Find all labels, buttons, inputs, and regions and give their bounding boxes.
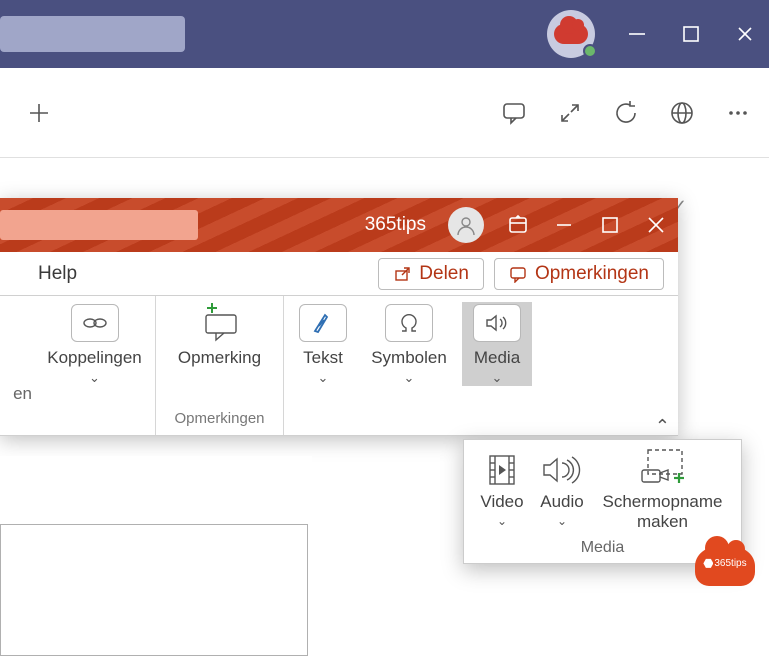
symbols-label: Symbolen bbox=[371, 348, 447, 368]
share-button[interactable]: Delen bbox=[378, 258, 484, 290]
new-comment-icon bbox=[196, 304, 244, 342]
comments-group-label: Opmerkingen bbox=[174, 410, 264, 431]
teams-toolbar bbox=[0, 68, 769, 158]
screen-recording-label: Schermopname maken bbox=[592, 492, 733, 533]
ribbon-group-partial: en bbox=[0, 296, 34, 435]
powerpoint-window: 365tips Help Delen bbox=[0, 198, 678, 436]
pp-close-button[interactable] bbox=[644, 213, 668, 237]
window-minimize-button[interactable] bbox=[625, 22, 649, 46]
window-close-button[interactable] bbox=[733, 22, 757, 46]
tab-help[interactable]: Help bbox=[38, 263, 77, 285]
link-icon bbox=[71, 304, 119, 342]
badge-text: 365tips bbox=[695, 558, 755, 569]
ribbon-group-media: Media ⌄ bbox=[456, 296, 538, 435]
media-screen-recording-button[interactable]: Schermopname maken bbox=[592, 448, 733, 533]
media-button[interactable]: Media ⌄ bbox=[462, 302, 532, 386]
video-label: Video bbox=[480, 492, 523, 512]
chevron-down-icon: ⌄ bbox=[404, 370, 415, 386]
ribbon-group-comments: Opmerking Opmerkingen bbox=[156, 296, 284, 435]
comments-button-label: Opmerkingen bbox=[535, 263, 649, 285]
new-tab-button[interactable] bbox=[24, 98, 54, 128]
ribbon-display-options-button[interactable] bbox=[506, 213, 530, 237]
audio-label: Audio bbox=[540, 492, 583, 512]
video-icon bbox=[482, 448, 522, 492]
teams-search-box[interactable] bbox=[0, 16, 185, 52]
media-video-button[interactable]: Video ⌄ bbox=[472, 448, 532, 533]
new-comment-label: Opmerking bbox=[178, 348, 261, 368]
new-comment-button[interactable]: Opmerking bbox=[165, 302, 275, 368]
365tips-badge: 365tips bbox=[695, 546, 755, 586]
ribbon-group-links: Koppelingen ⌄ bbox=[34, 296, 156, 435]
pp-minimize-button[interactable] bbox=[552, 213, 576, 237]
user-name-label: 365tips bbox=[365, 214, 426, 236]
chevron-down-icon: ⌄ bbox=[318, 370, 329, 386]
powerpoint-ribbon: en Koppelingen ⌄ bbox=[0, 296, 678, 436]
share-button-label: Delen bbox=[419, 263, 469, 285]
media-audio-button[interactable]: Audio ⌄ bbox=[532, 448, 592, 533]
partial-label: en bbox=[13, 384, 32, 404]
omega-icon bbox=[385, 304, 433, 342]
links-label: Koppelingen bbox=[47, 348, 142, 368]
media-label: Media bbox=[474, 348, 520, 368]
comment-icon[interactable] bbox=[499, 98, 529, 128]
refresh-icon[interactable] bbox=[611, 98, 641, 128]
more-icon[interactable] bbox=[723, 98, 753, 128]
text-icon bbox=[299, 304, 347, 342]
screen-recording-icon bbox=[636, 448, 690, 492]
teams-user-avatar[interactable] bbox=[547, 10, 595, 58]
chevron-down-icon: ⌄ bbox=[89, 370, 100, 386]
teams-title-bar bbox=[0, 0, 769, 68]
pp-maximize-button[interactable] bbox=[598, 213, 622, 237]
powerpoint-title-bar: 365tips bbox=[0, 198, 678, 252]
links-button[interactable]: Koppelingen ⌄ bbox=[40, 302, 150, 386]
presence-indicator bbox=[583, 44, 597, 58]
audio-icon bbox=[540, 448, 584, 492]
comments-button[interactable]: Opmerkingen bbox=[494, 258, 664, 290]
expand-icon[interactable] bbox=[555, 98, 585, 128]
ribbon-group-symbols: Symbolen ⌄ bbox=[362, 296, 456, 435]
chevron-down-icon: ⌄ bbox=[497, 514, 507, 528]
window-maximize-button[interactable] bbox=[679, 22, 703, 46]
slide-canvas-area bbox=[0, 456, 312, 616]
powerpoint-tab-row: Help Delen Opmerkingen bbox=[0, 252, 678, 296]
text-button[interactable]: Tekst ⌄ bbox=[288, 302, 358, 386]
collapse-ribbon-button[interactable]: ⌃ bbox=[655, 416, 670, 437]
avatar-cloud-icon bbox=[554, 24, 588, 44]
globe-icon[interactable] bbox=[667, 98, 697, 128]
text-label: Tekst bbox=[303, 348, 343, 368]
powerpoint-user-avatar[interactable] bbox=[448, 207, 484, 243]
ribbon-group-text: Tekst ⌄ bbox=[284, 296, 362, 435]
chevron-down-icon: ⌄ bbox=[557, 514, 567, 528]
chevron-down-icon: ⌄ bbox=[492, 370, 503, 386]
speaker-icon bbox=[473, 304, 521, 342]
powerpoint-search-box[interactable] bbox=[0, 210, 198, 240]
symbols-button[interactable]: Symbolen ⌄ bbox=[365, 302, 453, 386]
slide-placeholder[interactable] bbox=[0, 524, 308, 656]
